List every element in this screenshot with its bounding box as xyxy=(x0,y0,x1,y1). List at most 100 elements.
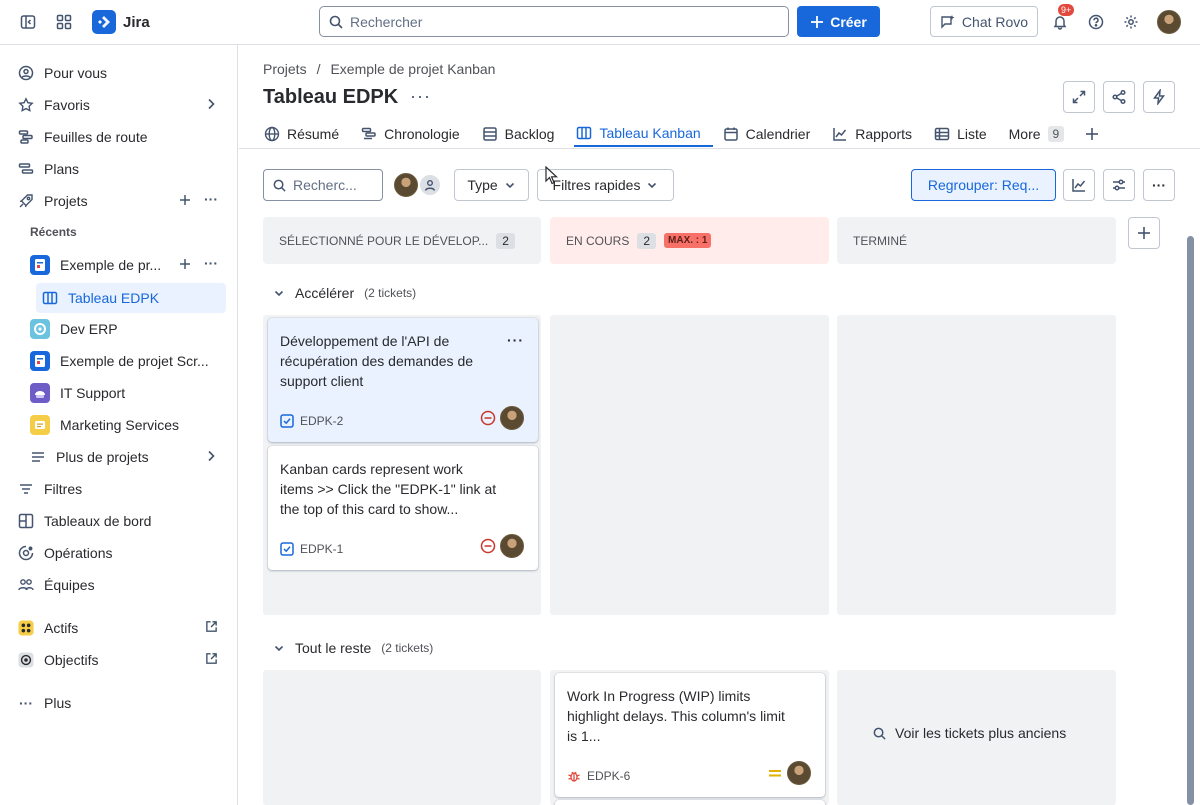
issue-card-edpk-1[interactable]: Kanban cards represent work items >> Cli… xyxy=(268,446,538,570)
group-by-button[interactable]: Regrouper: Req... xyxy=(911,169,1056,201)
chevron-right-icon[interactable] xyxy=(204,449,218,463)
sidebar-item-filtres[interactable]: Filtres xyxy=(12,475,226,503)
issue-card-partial[interactable] xyxy=(555,800,825,805)
card-key[interactable]: EDPK-1 xyxy=(300,542,343,556)
user-avatar[interactable] xyxy=(1157,10,1181,34)
add-tab-button[interactable] xyxy=(1080,121,1104,147)
sidebar-item-objectifs[interactable]: Objectifs xyxy=(12,646,226,674)
sidebar-item-favoris[interactable]: Favoris xyxy=(12,91,226,119)
sidebar-item-feuilles-de-route[interactable]: Feuilles de route xyxy=(12,123,226,151)
view-older-tickets-link[interactable]: Voir les tickets plus anciens xyxy=(872,725,1066,741)
breadcrumb-project[interactable]: Exemple de projet Kanban xyxy=(330,61,495,77)
app-switcher-icon[interactable] xyxy=(50,8,78,36)
create-button[interactable]: Créer xyxy=(797,6,880,37)
help-icon[interactable] xyxy=(1082,8,1110,36)
assignee-avatar-filter[interactable] xyxy=(394,173,418,197)
jira-logo[interactable]: Jira xyxy=(92,10,150,34)
sidebar-toggle-icon[interactable] xyxy=(14,8,42,36)
automation-button[interactable] xyxy=(1143,81,1175,113)
unassigned-avatar-filter[interactable] xyxy=(418,173,442,197)
tabs-divider xyxy=(239,148,1200,149)
swimlane-header-tout-le-reste[interactable]: Tout le reste (2 tickets) xyxy=(273,640,433,656)
fullscreen-button[interactable] xyxy=(1063,81,1095,113)
sidebar-item-pour-vous[interactable]: Pour vous xyxy=(12,59,226,87)
card-key[interactable]: EDPK-6 xyxy=(587,769,630,783)
sidebar-item-actifs[interactable]: Actifs xyxy=(12,614,226,642)
person-icon xyxy=(423,178,437,192)
board-more-button[interactable]: ··· xyxy=(1143,169,1175,201)
swimlane-header-accelerer[interactable]: Accélérer (2 tickets) xyxy=(273,285,416,301)
board-search[interactable] xyxy=(263,169,383,201)
tab-more[interactable]: More 9 xyxy=(1007,121,1077,147)
sidebar-item-label: Feuilles de route xyxy=(44,129,148,145)
search-input[interactable] xyxy=(350,13,770,30)
card-key[interactable]: EDPK-2 xyxy=(300,414,343,428)
task-checkbox-icon xyxy=(280,542,294,556)
sidebar-recent-project-it-support[interactable]: IT Support xyxy=(24,379,226,407)
globe-icon xyxy=(264,126,280,142)
notification-badge: 9+ xyxy=(1058,4,1075,16)
add-column-button[interactable] xyxy=(1128,217,1160,249)
tab-rapports[interactable]: Rapports xyxy=(830,121,924,147)
add-icon[interactable] xyxy=(178,257,192,271)
tab-tableau-kanban[interactable]: Tableau Kanban xyxy=(574,121,713,147)
wip-limit-badge: MAX. : 1 xyxy=(664,233,712,248)
gear-icon[interactable] xyxy=(1117,8,1145,36)
chevron-down-icon xyxy=(646,179,658,191)
tab-backlog[interactable]: Backlog xyxy=(480,121,567,147)
backlog-icon xyxy=(482,126,498,142)
column-header-termine[interactable]: TERMINÉ xyxy=(837,217,1116,264)
board-search-input[interactable] xyxy=(293,177,373,193)
insights-button[interactable] xyxy=(1063,169,1095,201)
card-assignee-avatar[interactable] xyxy=(787,761,811,785)
view-settings-button[interactable] xyxy=(1103,169,1135,201)
expand-icon xyxy=(1071,89,1087,105)
more-icon[interactable]: ··· xyxy=(204,192,218,207)
column-header-en-cours[interactable]: EN COURS 2 MAX. : 1 xyxy=(550,217,829,264)
page-title: Tableau EDPK xyxy=(263,86,399,108)
sidebar-item-label: Plus de projets xyxy=(56,449,149,465)
tab-label: Liste xyxy=(957,126,987,142)
tab-chronologie[interactable]: Chronologie xyxy=(359,121,472,147)
chevron-down-icon xyxy=(273,287,285,299)
sidebar-recent-project-dev-erp[interactable]: Dev ERP xyxy=(24,315,226,343)
add-project-icon[interactable] xyxy=(178,193,192,207)
issue-card-edpk-6[interactable]: Work In Progress (WIP) limits highlight … xyxy=(555,673,825,797)
external-link-icon[interactable] xyxy=(205,652,218,665)
type-filter-button[interactable]: Type xyxy=(454,169,529,201)
sidebar-item-plus-de-projets[interactable]: Plus de projets xyxy=(24,443,226,471)
card-more-button[interactable]: ··· xyxy=(507,332,524,348)
sidebar-item-operations[interactable]: Opérations xyxy=(12,539,226,567)
sidebar-item-plans[interactable]: Plans xyxy=(12,155,226,183)
tab-label: Résumé xyxy=(287,126,340,142)
tab-label: Rapports xyxy=(855,126,913,142)
more-icon[interactable]: ··· xyxy=(204,256,218,271)
sidebar-recent-project-scrum[interactable]: Exemple de projet Scr... xyxy=(24,347,226,375)
project-tabs: Résumé Chronologie Backlog Tableau Kanba… xyxy=(262,121,1112,149)
sidebar-item-equipes[interactable]: Équipes xyxy=(12,571,226,599)
card-assignee-avatar[interactable] xyxy=(500,534,524,558)
tab-resume[interactable]: Résumé xyxy=(262,121,351,147)
tab-liste[interactable]: Liste xyxy=(932,121,999,147)
sidebar-recent-project-kanban[interactable]: Exemple de pr... ··· xyxy=(24,251,226,279)
sidebar-item-label: Projets xyxy=(44,193,88,209)
breadcrumb-projets[interactable]: Projets xyxy=(263,61,307,77)
share-button[interactable] xyxy=(1103,81,1135,113)
chat-rovo-button[interactable]: Chat Rovo xyxy=(930,6,1038,37)
card-assignee-avatar[interactable] xyxy=(500,406,524,430)
sidebar-recent-project-marketing[interactable]: Marketing Services xyxy=(24,411,226,439)
sidebar-item-projets[interactable]: Projets ··· xyxy=(12,187,226,215)
sidebar-item-plus[interactable]: ··· Plus xyxy=(12,689,226,717)
sidebar-item-tableau-edpk[interactable]: Tableau EDPK xyxy=(36,283,226,313)
global-search[interactable] xyxy=(319,6,789,37)
project-avatar-icon xyxy=(30,319,50,339)
board-scrollbar-thumb[interactable] xyxy=(1187,236,1194,805)
sidebar-item-label: Filtres xyxy=(44,481,83,497)
issue-card-edpk-2[interactable]: Développement de l'API de récupération d… xyxy=(268,318,538,442)
chevron-right-icon[interactable] xyxy=(204,97,218,111)
title-more-button[interactable]: ··· xyxy=(410,86,431,107)
tab-calendrier[interactable]: Calendrier xyxy=(721,121,823,147)
sidebar-item-tableaux-de-bord[interactable]: Tableaux de bord xyxy=(12,507,226,535)
column-header-selected[interactable]: SÉLECTIONNÉ POUR LE DÉVELOP... 2 xyxy=(263,217,541,264)
external-link-icon[interactable] xyxy=(205,620,218,633)
